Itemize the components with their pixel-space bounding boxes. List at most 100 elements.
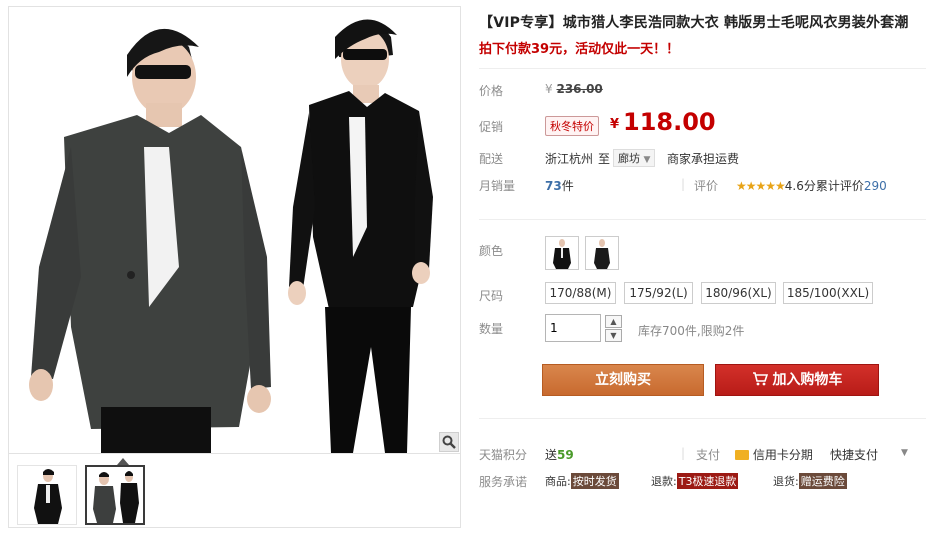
thumbnail-strip <box>8 454 461 528</box>
cart-icon <box>752 372 773 388</box>
swatch-image-black-coat <box>553 239 571 269</box>
promo-currency: ¥ <box>610 117 619 132</box>
stock-note: 库存700件,限购2件 <box>638 324 745 338</box>
shipping-row: 配送 浙江杭州 至 廊坊 ▼ 商家承担运费 <box>479 149 925 168</box>
shipping-to-word: 至 <box>598 152 611 166</box>
promo-label: 促销 <box>479 120 504 134</box>
promo-badge-text: 秋冬特价 <box>545 116 599 136</box>
chevron-down-icon: ▼ <box>610 331 617 340</box>
color-label: 颜色 <box>479 244 504 258</box>
rating-label: 评价 <box>694 179 719 193</box>
action-buttons: 立刻购买 加入购物车 <box>479 364 925 396</box>
points-value: 送59 <box>545 446 574 463</box>
thumbnail-1[interactable] <box>17 465 77 525</box>
model-black-coat <box>288 19 433 453</box>
active-thumbnail-caret <box>117 458 129 465</box>
goods-tag: 按时发货 <box>570 473 619 489</box>
size-option-l[interactable]: 175/92(L) <box>624 282 693 304</box>
separator-bar: | <box>681 177 686 191</box>
original-price: ¥ 236.00 <box>545 82 603 96</box>
return-tag: 赠运费险 <box>798 473 847 489</box>
product-title: 【VIP专享】城市猎人李民浩同款大衣 韩版男士毛呢风衣男装外套潮 <box>479 15 909 31</box>
main-product-image[interactable] <box>8 6 461 454</box>
star-rating-icon: ★★★★★ <box>736 179 786 193</box>
size-option-m[interactable]: 170/88(M) <box>545 282 616 304</box>
color-row: 颜色 <box>479 236 925 272</box>
return-prefix: 退货: <box>773 475 799 488</box>
shipping-note: 商家承担运费 <box>667 152 740 166</box>
price-label: 价格 <box>479 84 504 98</box>
monthly-sales: 73件 <box>545 177 574 194</box>
points-row: 天猫积分 送59 | 支付 信用卡分期 快捷支付 ▼ <box>479 446 925 464</box>
product-gallery <box>8 6 461 528</box>
shipping-label: 配送 <box>479 152 504 166</box>
points-amount: 59 <box>557 448 574 462</box>
reviews-count: 290 <box>863 179 887 193</box>
quantity-input[interactable] <box>545 314 601 342</box>
size-option-xl[interactable]: 180/96(XL) <box>701 282 776 304</box>
sales-count: 73 <box>545 179 562 193</box>
quantity-decrease-button[interactable]: ▼ <box>605 329 622 342</box>
credit-card-icon <box>735 450 749 460</box>
promo-row: 促销 秋冬特价 ¥ 118.00 <box>479 108 925 140</box>
goods-promise[interactable]: 商品: 按时发货 <box>545 473 619 489</box>
fast-pay-option[interactable]: 快捷支付 <box>830 446 878 463</box>
thumbnail-2[interactable] <box>85 465 145 525</box>
installment-option[interactable]: 信用卡分期 <box>735 446 813 463</box>
chevron-down-icon[interactable]: ▼ <box>901 448 908 458</box>
chevron-up-icon: ▲ <box>610 317 617 326</box>
points-prefix: 送 <box>545 448 558 462</box>
rating-score: 4.6分 <box>784 179 816 193</box>
cart-icon-svg <box>752 372 768 386</box>
destination-value: 廊坊 <box>618 152 640 165</box>
color-option-2[interactable] <box>585 236 619 270</box>
divider <box>479 219 926 220</box>
product-photo-two-men-in-coats <box>29 19 433 453</box>
thumbnail-image-two-coats <box>93 471 139 523</box>
goods-prefix: 商品: <box>545 475 571 488</box>
thumbnail-image-black-coat <box>34 469 62 524</box>
magnifier-icon <box>442 435 456 449</box>
sales-row: 月销量 73件 | 评价 ★★★★★4.6分累计评价290 <box>479 177 925 195</box>
buy-now-button[interactable]: 立刻购买 <box>542 364 704 396</box>
service-row: 服务承诺 商品: 按时发货 退款: T3极速退款 退货: 赠运费险 <box>479 473 925 491</box>
sales-unit: 件 <box>561 179 574 193</box>
refund-tag: T3极速退款 <box>676 473 739 489</box>
color-option-1[interactable] <box>545 236 579 270</box>
product-info: 【VIP专享】城市猎人李民浩同款大衣 韩版男士毛呢风衣男装外套潮 拍下付款39元… <box>479 12 925 57</box>
size-label: 尺码 <box>479 289 504 303</box>
quantity-increase-button[interactable]: ▲ <box>605 315 622 328</box>
model-grey-coat <box>29 28 271 453</box>
swatch-image-black-coat-side <box>594 239 610 269</box>
refund-promise[interactable]: 退款: T3极速退款 <box>651 473 739 489</box>
rating-summary[interactable]: ★★★★★4.6分累计评价290 <box>736 177 887 194</box>
original-price-value: 236.00 <box>556 82 603 96</box>
quantity-row: 数量 ▲ ▼ 库存700件,限购2件 <box>479 314 925 344</box>
quantity-label: 数量 <box>479 322 504 336</box>
service-label: 服务承诺 <box>479 475 528 489</box>
add-to-cart-label: 加入购物车 <box>772 372 843 388</box>
size-row: 尺码 170/88(M) 175/92(L) 180/96(XL) 185/10… <box>479 282 925 306</box>
reviews-label: 累计评价 <box>815 179 864 193</box>
destination-select[interactable]: 廊坊 ▼ <box>613 149 656 167</box>
points-label: 天猫积分 <box>479 448 528 462</box>
product-subtitle: 拍下付款39元，活动仅此一天！！ <box>479 42 680 57</box>
promo-currency-symbol: ¥ <box>610 117 620 132</box>
price-row: 价格 ¥ 236.00 <box>479 82 925 98</box>
add-to-cart-button[interactable]: 加入购物车 <box>715 364 879 396</box>
divider <box>479 418 926 419</box>
currency-symbol: ¥ <box>545 82 553 96</box>
zoom-button[interactable] <box>439 432 459 452</box>
shipping-from: 浙江杭州 <box>545 152 594 166</box>
pay-label: 支付 <box>696 448 721 462</box>
divider <box>479 68 926 69</box>
sales-label: 月销量 <box>479 179 516 193</box>
promo-price: 118.00 <box>623 108 716 136</box>
refund-prefix: 退款: <box>651 475 677 488</box>
size-option-xxl[interactable]: 185/100(XXL) <box>783 282 873 304</box>
separator-bar: | <box>681 446 686 460</box>
chevron-down-icon: ▼ <box>643 155 651 165</box>
installment-label: 信用卡分期 <box>752 448 813 462</box>
promo-badge: 秋冬特价 <box>545 116 599 136</box>
return-promise[interactable]: 退货: 赠运费险 <box>773 473 847 489</box>
